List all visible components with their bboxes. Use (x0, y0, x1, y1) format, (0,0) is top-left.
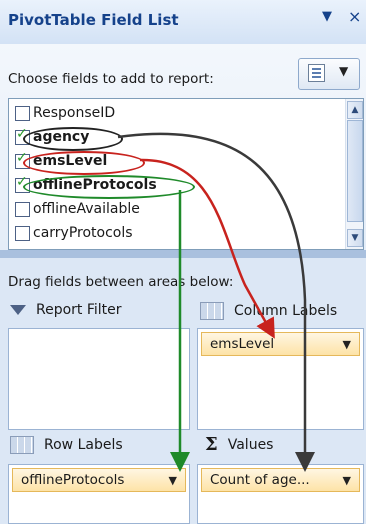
values-field-pill[interactable]: Count of age... ▼ (201, 468, 360, 492)
panel-menu-button[interactable]: ▼ (322, 9, 332, 24)
agency-highlight-circle (23, 127, 123, 151)
field-label: offlineAvailable (33, 201, 140, 217)
field-label: carryProtocols (33, 225, 133, 241)
field-item-responseid[interactable]: ResponseID (9, 101, 115, 125)
chevron-down-icon[interactable]: ▼ (343, 338, 351, 351)
close-icon[interactable]: × (348, 7, 361, 26)
filter-icon (10, 305, 26, 315)
scroll-thumb[interactable] (347, 120, 363, 222)
values-header: Σ Values (205, 434, 273, 455)
row-field-pill[interactable]: offlineProtocols ▼ (12, 468, 186, 492)
field-list[interactable]: ResponseID agency emsLevel offlineProtoc… (8, 98, 364, 250)
row-field-label: offlineProtocols (21, 472, 125, 488)
field-checkbox[interactable] (15, 201, 30, 217)
column-labels-label: Column Labels (234, 303, 338, 319)
report-filter-label: Report Filter (36, 302, 122, 318)
chevron-down-icon[interactable]: ▼ (169, 474, 177, 487)
emslevel-highlight-circle (23, 151, 145, 175)
panel-title: PivotTable Field List (8, 11, 179, 29)
scroll-up-icon[interactable]: ▲ (347, 101, 363, 119)
field-list-scrollbar[interactable]: ▲ ▼ (345, 99, 363, 249)
column-labels-drop-area[interactable]: emsLevel ▼ (197, 328, 364, 430)
values-drop-area[interactable]: Count of age... ▼ (197, 464, 364, 524)
layout-icon (308, 64, 325, 82)
column-field-pill[interactable]: emsLevel ▼ (201, 332, 360, 356)
chevron-down-icon: ▼ (339, 64, 349, 78)
scroll-down-icon[interactable]: ▼ (347, 229, 363, 247)
row-labels-header: Row Labels (10, 436, 123, 454)
values-field-label: Count of age... (210, 472, 310, 488)
choose-fields-label: Choose fields to add to report: (8, 71, 214, 87)
sigma-icon: Σ (205, 434, 218, 455)
fields-section: Choose fields to add to report: ▼ Respon… (0, 44, 366, 250)
report-filter-drop-area[interactable] (8, 328, 190, 430)
drag-fields-label: Drag fields between areas below: (8, 274, 234, 290)
field-item-offlineavailable[interactable]: offlineAvailable (9, 197, 140, 221)
areas-section: Drag fields between areas below: Report … (0, 258, 366, 524)
column-grid-icon (200, 302, 224, 320)
field-label: ResponseID (33, 105, 116, 121)
section-splitter[interactable] (0, 250, 366, 258)
chevron-down-icon[interactable]: ▼ (343, 474, 351, 487)
field-checkbox[interactable] (15, 225, 30, 241)
layout-button[interactable]: ▼ (298, 58, 360, 90)
title-bar: PivotTable Field List ▼ × (0, 0, 366, 45)
row-grid-icon (10, 436, 34, 454)
row-labels-label: Row Labels (44, 437, 123, 453)
column-labels-header: Column Labels (200, 302, 337, 320)
offlineprotocols-highlight-circle (23, 175, 195, 199)
field-checkbox[interactable] (15, 105, 30, 121)
field-item-carryprotocols[interactable]: carryProtocols (9, 221, 133, 245)
values-label: Values (227, 436, 274, 453)
row-labels-drop-area[interactable]: offlineProtocols ▼ (8, 464, 190, 524)
report-filter-header: Report Filter (10, 302, 122, 318)
column-field-label: emsLevel (210, 336, 275, 352)
